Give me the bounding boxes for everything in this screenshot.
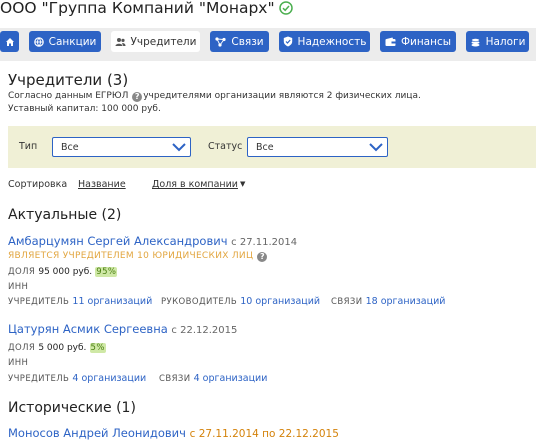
links-orgs-link[interactable]: 18 организаций [366, 296, 446, 307]
company-title: ООО "Группа Компаний "Монарх" [0, 0, 293, 19]
share-label: ДОЛЯ [8, 343, 36, 353]
authorized-capital: Уставный капитал: 100 000 руб. [8, 104, 161, 114]
founder-share-row: ДОЛЯ 95 000 руб. 95% [8, 267, 118, 277]
description-part1: Согласно данным ЕГРЮЛ [8, 91, 129, 101]
coins-icon [470, 37, 480, 46]
chevron-down-icon [369, 143, 383, 152]
tab-bar: Санкции Учредители Связи Надежность Фина… [0, 28, 536, 61]
network-icon [215, 36, 226, 47]
share-label: ДОЛЯ [8, 267, 36, 277]
founder-name-row: Цатурян Асмик Сергеевна с 22.12.2015 [8, 322, 237, 336]
share-percent-badge: 95% [95, 267, 118, 277]
founder-role-label: УЧРЕДИТЕЛЬ [8, 297, 70, 307]
type-filter-value: Все [61, 142, 79, 153]
founder-since: с 22.12.2015 [171, 325, 238, 336]
links-orgs-row: СВЯЗИ 4 организации [159, 373, 267, 384]
help-icon[interactable]: ? [132, 92, 143, 102]
tab-taxes-label: Налоги [485, 35, 526, 48]
tab-links[interactable]: Связи [210, 31, 269, 52]
head-orgs-row: РУКОВОДИТЕЛЬ 10 организаций [161, 296, 320, 307]
founder-orgs-row: УЧРЕДИТЕЛЬ 11 организаций [8, 296, 152, 307]
people-icon [115, 37, 126, 46]
inn-label: ИНН [8, 282, 29, 292]
founder-name-link[interactable]: Амбарцумян Сергей Александрович [8, 234, 228, 248]
founder-orgs-link[interactable]: 11 организаций [72, 296, 152, 307]
type-filter-select[interactable]: Все [52, 137, 191, 157]
founders-section-title: Учредители (3) [8, 71, 129, 89]
tab-reliability[interactable]: Надежность [279, 31, 370, 52]
help-icon[interactable]: ? [257, 252, 268, 262]
tab-finances-label: Финансы [400, 35, 452, 48]
verified-check-icon [278, 1, 293, 19]
tab-taxes[interactable]: Налоги [466, 31, 529, 52]
status-filter-label: Статус [208, 141, 243, 152]
sort-by-share[interactable]: Доля в компании [152, 179, 238, 190]
tab-founders[interactable]: Учредители [111, 31, 200, 52]
founder-share-row: ДОЛЯ 5 000 руб. 5% [8, 343, 106, 353]
founder-orgs-row: УЧРЕДИТЕЛЬ 4 организации [8, 373, 146, 384]
home-icon [5, 37, 14, 46]
tab-sanctions-label: Санкции [48, 35, 97, 48]
founder-warning-text: ЯВЛЯЕТСЯ УЧРЕДИТЕЛЕМ 10 ЮРИДИЧЕСКИХ ЛИЦ [8, 251, 254, 261]
links-orgs-row: СВЯЗИ 18 организаций [331, 296, 445, 307]
sort-label: Сортировка [8, 179, 68, 190]
sort-by-share-label: Доля в компании [152, 179, 238, 190]
share-percent-badge: 5% [89, 343, 106, 353]
historical-section-title: Исторические (1) [8, 400, 136, 416]
links-label: СВЯЗИ [331, 297, 363, 307]
share-value: 5 000 руб. [38, 343, 87, 353]
tab-reliability-label: Надежность [297, 35, 367, 48]
founder-name-row: Амбарцумян Сергей Александрович с 27.11.… [8, 234, 297, 248]
head-orgs-link[interactable]: 10 организаций [240, 296, 320, 307]
historical-period: с 27.11.2014 по 22.12.2015 [189, 428, 339, 440]
founder-role-label: УЧРЕДИТЕЛЬ [8, 374, 70, 384]
sort-by-name[interactable]: Название [78, 179, 126, 190]
sort-arrow-icon: ▼ [240, 180, 246, 188]
founders-description: Согласно данным ЕГРЮЛ ? учредителями орга… [8, 91, 421, 102]
type-filter-label: Тип [19, 141, 38, 152]
chevron-down-icon [172, 143, 186, 152]
tab-founders-label: Учредители [130, 35, 197, 48]
historical-founder-row: Моносов Андрей Леонидович с 27.11.2014 п… [8, 426, 339, 440]
founder-orgs-link[interactable]: 4 организации [72, 373, 146, 384]
status-filter-value: Все [256, 142, 274, 153]
share-value: 95 000 руб. [38, 267, 93, 277]
wallet-icon [385, 37, 396, 46]
description-part2: учредителями организации являются 2 физи… [143, 91, 421, 101]
founder-since: с 27.11.2014 [231, 237, 298, 248]
founder-warning: ЯВЛЯЕТСЯ УЧРЕДИТЕЛЕМ 10 ЮРИДИЧЕСКИХ ЛИЦ … [8, 251, 268, 262]
tab-home[interactable] [0, 31, 19, 52]
company-title-text: ООО "Группа Компаний "Монарх" [0, 0, 275, 17]
historical-founder-link[interactable]: Моносов Андрей Леонидович [8, 426, 186, 440]
tab-links-label: Связи [231, 35, 264, 48]
inn-label: ИНН [8, 358, 29, 368]
globe-icon [33, 36, 44, 47]
tab-finances[interactable]: Финансы [380, 31, 456, 52]
head-role-label: РУКОВОДИТЕЛЬ [161, 297, 238, 307]
status-filter-select[interactable]: Все [247, 137, 388, 157]
links-orgs-link[interactable]: 4 организации [194, 373, 268, 384]
tab-sanctions[interactable]: Санкции [29, 31, 101, 52]
current-section-title: Актуальные (2) [8, 207, 122, 223]
filter-panel: Тип Все Статус Все [8, 126, 536, 168]
shield-check-icon [283, 36, 292, 47]
links-label: СВЯЗИ [159, 374, 191, 384]
founder-name-link[interactable]: Цатурян Асмик Сергеевна [8, 322, 168, 336]
